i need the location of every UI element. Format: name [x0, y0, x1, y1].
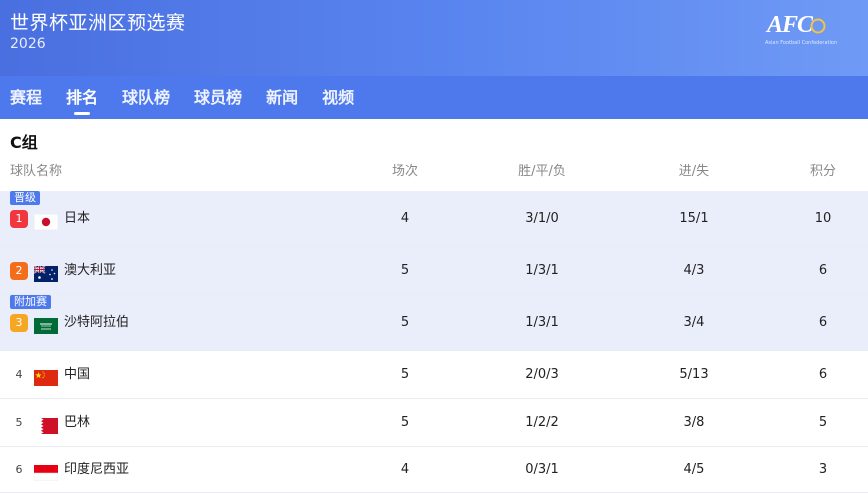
afc-logo: AFC Asian Football Confederation: [762, 12, 837, 52]
column-header-wdl: 胜/平/负: [518, 164, 566, 179]
wdl-cell: 2/0/3: [525, 366, 559, 382]
team-name[interactable]: 中国: [64, 359, 90, 391]
tab-standings[interactable]: 排名: [66, 76, 98, 119]
table-row[interactable]: 5 巴林 5 1/2/2 3/8 5: [0, 399, 868, 447]
bahrain-flag-icon: [34, 415, 58, 434]
column-header-goals: 进/失: [678, 164, 710, 179]
page-title: 世界杯亚洲区预选赛: [10, 12, 186, 34]
played-cell: 4: [400, 461, 410, 477]
afc-logo-subtitle: Asian Football Confederation: [765, 40, 838, 46]
points-cell: 10: [814, 210, 832, 226]
team-name[interactable]: 印度尼西亚: [64, 454, 129, 486]
points-cell: 6: [818, 314, 828, 330]
group-title: C组: [10, 133, 38, 152]
tab-player-rankings[interactable]: 球员榜: [194, 76, 242, 119]
played-cell: 5: [400, 366, 410, 382]
column-header-team: 球队名称: [10, 164, 63, 179]
wdl-cell: 0/3/1: [525, 461, 559, 477]
column-header-played: 场次: [391, 164, 418, 179]
column-header-points: 积分: [809, 164, 836, 179]
played-cell: 5: [400, 314, 410, 330]
points-cell: 3: [818, 461, 828, 477]
standings-table: 晋级 1 日本 4 3/1/0 15/1 10 2 澳大利亚 5 1/3/1 4…: [0, 191, 868, 493]
table-row[interactable]: 4 中国 5 2/0/3 5/13 6: [0, 351, 868, 399]
page-header: 世界杯亚洲区预选赛 2026 AFC Asian Football Confed…: [0, 0, 868, 76]
wdl-cell: 3/1/0: [525, 210, 559, 226]
tab-team-rankings[interactable]: 球队榜: [122, 76, 170, 119]
team-cell: 4 中国: [10, 351, 90, 398]
australia-flag-icon: [33, 263, 58, 282]
afc-logo-text: AFC: [767, 12, 813, 38]
points-cell: 6: [818, 262, 828, 278]
china-flag-icon: [34, 367, 58, 386]
season-year: 2026: [10, 36, 46, 52]
rank-badge: 2: [10, 261, 28, 280]
tab-bar: 赛程 排名 球队榜 球员榜 新闻 视频: [0, 76, 868, 119]
wdl-cell: 1/2/2: [525, 414, 559, 430]
goals-cell: 3/8: [683, 414, 705, 430]
goals-cell: 5/13: [679, 366, 709, 382]
table-row[interactable]: 附加赛 3 沙特阿拉伯 5 1/3/1 3/4 6: [0, 295, 868, 351]
wdl-cell: 1/3/1: [525, 314, 559, 330]
rank-badge: 3: [10, 313, 28, 332]
rank-badge: 5: [15, 415, 23, 429]
team-cell: 3 沙特阿拉伯: [10, 295, 129, 350]
team-name[interactable]: 巴林: [64, 407, 90, 439]
goals-cell: 4/3: [683, 262, 705, 278]
played-cell: 5: [400, 262, 410, 278]
table-header: 球队名称 场次 胜/平/负 进/失 积分: [0, 156, 868, 188]
played-cell: 4: [400, 210, 410, 226]
team-name[interactable]: 沙特阿拉伯: [64, 307, 129, 339]
team-cell: 1 日本: [10, 191, 90, 246]
wdl-cell: 1/3/1: [525, 262, 559, 278]
table-row[interactable]: 晋级 1 日本 4 3/1/0 15/1 10: [0, 191, 868, 247]
team-name[interactable]: 澳大利亚: [64, 255, 116, 287]
goals-cell: 4/5: [683, 461, 705, 477]
tab-videos[interactable]: 视频: [322, 76, 354, 119]
team-cell: 6 印度尼西亚: [10, 447, 129, 492]
rank-badge: 1: [10, 209, 28, 228]
table-row[interactable]: 2 澳大利亚 5 1/3/1 4/3 6: [0, 247, 868, 295]
saudi-arabia-flag-icon: [34, 315, 58, 334]
indonesia-flag-icon: [33, 462, 59, 481]
goals-cell: 3/4: [683, 314, 705, 330]
tab-schedule[interactable]: 赛程: [10, 76, 42, 119]
played-cell: 5: [400, 414, 410, 430]
rank-badge: 6: [15, 462, 23, 476]
points-cell: 6: [818, 366, 828, 382]
team-cell: 5 巴林: [10, 399, 90, 446]
tab-news[interactable]: 新闻: [266, 76, 298, 119]
points-cell: 5: [818, 414, 828, 430]
table-row[interactable]: 6 印度尼西亚 4 0/3/1 4/5 3: [0, 447, 868, 493]
japan-flag-icon: [33, 211, 59, 230]
team-name[interactable]: 日本: [64, 203, 90, 235]
team-cell: 2 澳大利亚: [10, 247, 116, 294]
goals-cell: 15/1: [679, 210, 709, 226]
ball-icon: [810, 18, 826, 34]
rank-badge: 4: [15, 367, 23, 381]
